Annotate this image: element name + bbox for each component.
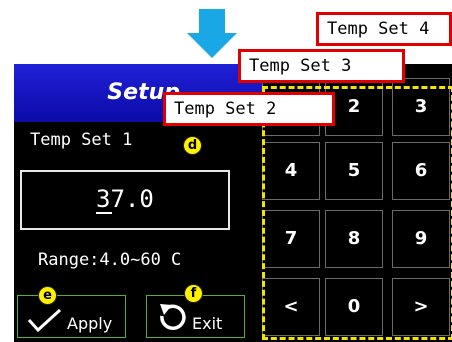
marker-e: e [38,286,57,305]
checkmark-icon [27,308,62,333]
exit-label: Exit [192,314,223,333]
callout-temp-set-2: Temp Set 2 [163,92,335,126]
value-text: 37.0 [96,185,154,213]
callout-temp-set-3: Temp Set 3 [238,49,405,83]
cursor-underline [96,212,112,214]
marker-d: d [183,136,202,155]
range-label: Range:4.0~60 C [38,250,182,270]
down-arrow-icon [199,9,225,33]
callout-temp-set-4: Temp Set 4 [316,12,452,46]
apply-label: Apply [67,314,113,333]
undo-icon [160,304,186,331]
temp-set-label: Temp Set 1 [30,130,133,150]
marker-f: f [184,284,203,303]
down-arrow-head [187,33,237,58]
